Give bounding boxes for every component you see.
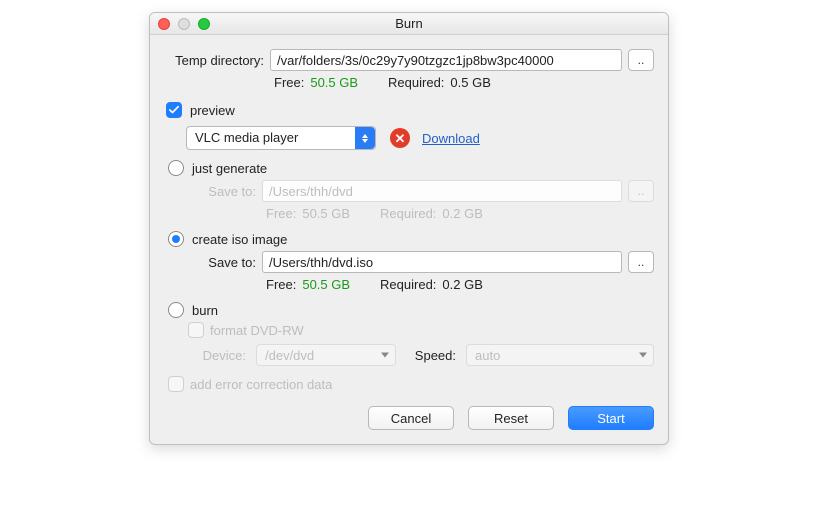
- iso-free-value: 50.5 GB: [302, 277, 350, 292]
- iso-free-label: Free:: [266, 277, 296, 292]
- iso-path-input[interactable]: [262, 251, 622, 273]
- iso-req-value: 0.2 GB: [442, 277, 482, 292]
- error-icon: ✕: [390, 128, 410, 148]
- jg-save-label: Save to:: [188, 184, 256, 199]
- chevron-updown-icon: [355, 127, 375, 149]
- burn-dialog: Burn Temp directory: .. Free: 50.5 GB Re…: [149, 12, 669, 445]
- device-label: Device:: [188, 348, 246, 363]
- player-select[interactable]: VLC media player: [186, 126, 376, 150]
- format-dvdrw-label: format DVD-RW: [210, 323, 304, 338]
- temp-free-value: 50.5 GB: [310, 75, 358, 90]
- just-generate-group: Save to: .. Free: 50.5 GB Required: 0.2 …: [188, 180, 654, 221]
- start-button[interactable]: Start: [568, 406, 654, 430]
- burn-label: burn: [192, 303, 218, 318]
- jg-free-value: 50.5 GB: [302, 206, 350, 221]
- temp-dir-input[interactable]: [270, 49, 622, 71]
- temp-required-label: Required:: [388, 75, 444, 90]
- error-correction-label: add error correction data: [190, 377, 332, 392]
- jg-req-label: Required:: [380, 206, 436, 221]
- titlebar: Burn: [150, 13, 668, 35]
- burn-group: format DVD-RW Device: /dev/dvd Speed: au…: [188, 322, 654, 366]
- speed-select: auto: [466, 344, 654, 366]
- iso-browse-button[interactable]: ..: [628, 251, 654, 273]
- preview-checkbox[interactable]: [166, 102, 182, 118]
- device-select: /dev/dvd: [256, 344, 396, 366]
- temp-free-label: Free:: [274, 75, 304, 90]
- player-value: VLC media player: [187, 127, 375, 149]
- temp-required-value: 0.5 GB: [450, 75, 490, 90]
- download-link[interactable]: Download: [422, 131, 480, 146]
- preview-label: preview: [190, 103, 235, 118]
- jg-free-label: Free:: [266, 206, 296, 221]
- create-iso-label: create iso image: [192, 232, 287, 247]
- reset-button[interactable]: Reset: [468, 406, 554, 430]
- chevron-down-icon: [639, 353, 647, 358]
- format-dvdrw-checkbox: [188, 322, 204, 338]
- error-correction-checkbox: [168, 376, 184, 392]
- device-value: /dev/dvd: [265, 348, 314, 363]
- create-iso-group: Save to: .. Free: 50.5 GB Required: 0.2 …: [188, 251, 654, 292]
- create-iso-radio[interactable]: [168, 231, 184, 247]
- temp-dir-label: Temp directory:: [164, 53, 264, 68]
- traffic-lights: [158, 18, 210, 30]
- just-generate-label: just generate: [192, 161, 267, 176]
- iso-req-label: Required:: [380, 277, 436, 292]
- chevron-down-icon: [381, 353, 389, 358]
- temp-dir-browse-button[interactable]: ..: [628, 49, 654, 71]
- burn-radio[interactable]: [168, 302, 184, 318]
- jg-browse-button: ..: [628, 180, 654, 202]
- window-title: Burn: [150, 16, 668, 31]
- jg-path-input: [262, 180, 622, 202]
- speed-value: auto: [475, 348, 500, 363]
- just-generate-radio[interactable]: [168, 160, 184, 176]
- cancel-button[interactable]: Cancel: [368, 406, 454, 430]
- zoom-icon[interactable]: [198, 18, 210, 30]
- minimize-icon: [178, 18, 190, 30]
- iso-save-label: Save to:: [188, 255, 256, 270]
- speed-label: Speed:: [406, 348, 456, 363]
- jg-req-value: 0.2 GB: [442, 206, 482, 221]
- close-icon[interactable]: [158, 18, 170, 30]
